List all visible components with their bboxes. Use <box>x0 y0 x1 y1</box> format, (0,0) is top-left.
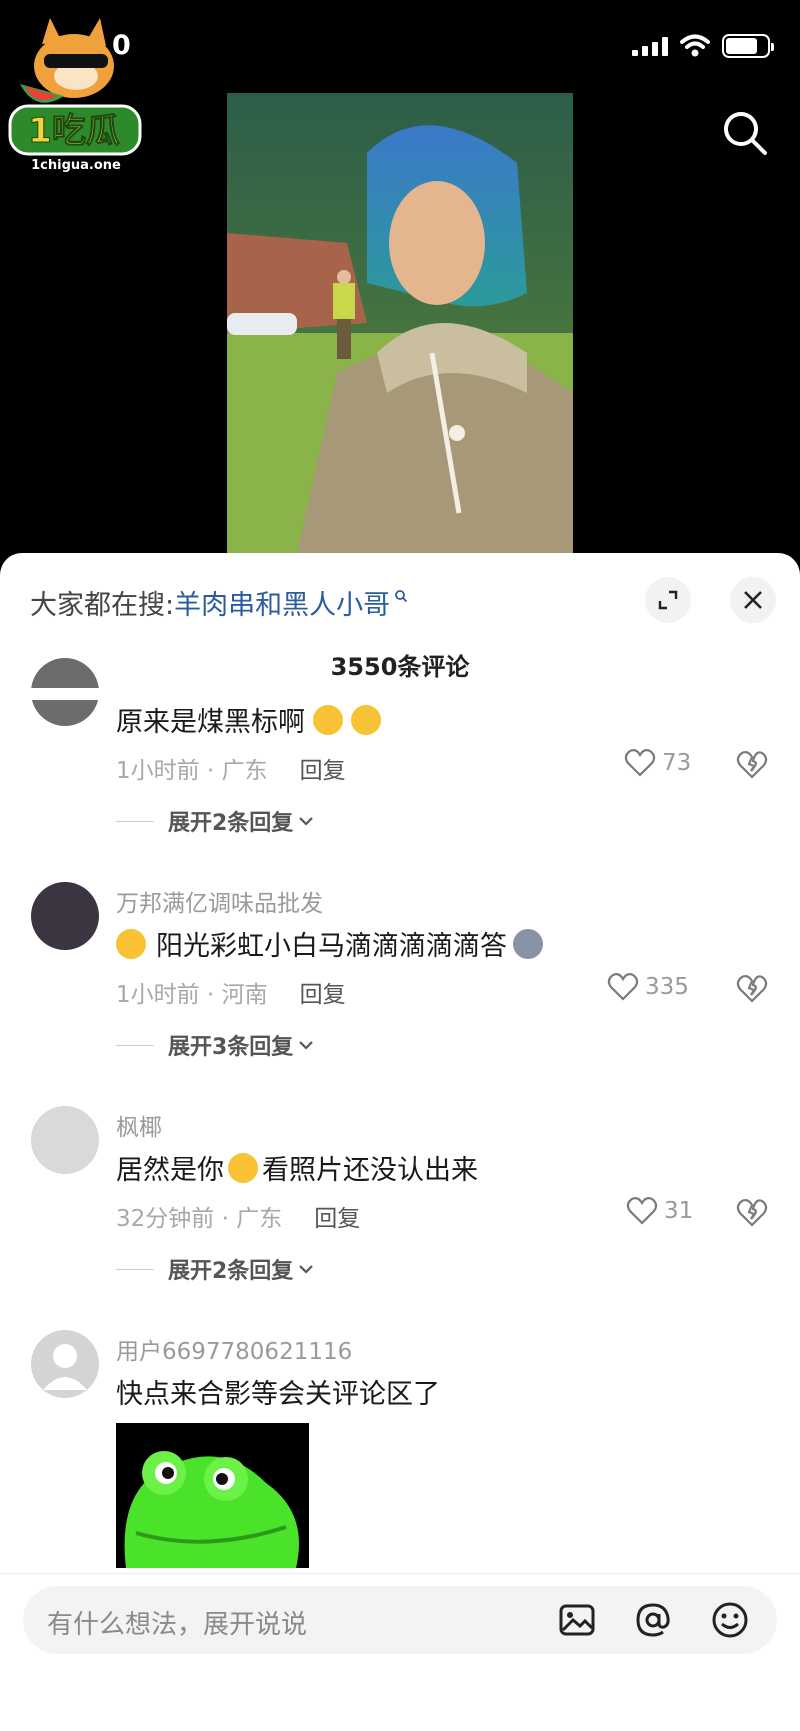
comment-text: 阳光彩虹小白马滴滴滴滴滴答 <box>116 924 547 963</box>
like-button[interactable]: 335 <box>607 972 689 1002</box>
reply-button[interactable]: 回复 <box>300 975 346 1009</box>
smirk-emoji-icon <box>313 704 343 735</box>
comment-text-content: 原来是煤黑标啊 <box>116 707 305 738</box>
comment-text: 原来是煤黑标啊 <box>116 700 385 739</box>
wifi-icon <box>680 34 710 57</box>
heart-icon <box>626 1197 658 1225</box>
reply-button[interactable]: 回复 <box>314 1199 360 1233</box>
emoji-icon[interactable] <box>710 1600 750 1640</box>
expand-replies-button[interactable]: 展开3条回复 <box>116 1029 315 1061</box>
comment-input-bar: 有什么想法，展开说说 <box>0 1573 800 1731</box>
fullscreen-button[interactable] <box>645 577 691 623</box>
broken-heart-icon[interactable] <box>736 973 768 1005</box>
image-icon[interactable] <box>557 1600 597 1640</box>
comment-username[interactable]: 万邦满亿调味品批发 <box>116 884 323 918</box>
video-photo[interactable] <box>227 93 573 553</box>
search-icon[interactable] <box>720 108 770 158</box>
broken-heart-icon[interactable] <box>736 749 768 781</box>
comment-text-content: 看照片还没认出来 <box>262 1155 478 1186</box>
expand-replies-button[interactable]: 展开2条回复 <box>116 805 315 837</box>
like-button[interactable]: 73 <box>624 748 691 778</box>
close-icon <box>744 591 762 609</box>
comment-username[interactable]: 用户6697780621116 <box>116 1332 352 1366</box>
default-avatar-icon <box>43 1344 87 1390</box>
like-count: 31 <box>664 1198 694 1224</box>
chevron-down-icon <box>299 817 314 826</box>
comment-meta: 1小时前 · 河南 回复 <box>116 975 346 1009</box>
frog-sticker-image[interactable] <box>116 1423 309 1568</box>
logo-text: 1吃瓜 <box>28 111 120 151</box>
expand-replies-label: 展开2条回复 <box>168 811 294 836</box>
comment-text-content: 居然是你 <box>116 1155 224 1186</box>
comment-meta: 1小时前 · 广东 回复 <box>116 751 346 785</box>
like-count: 335 <box>645 974 689 1000</box>
expand-replies-label: 展开3条回复 <box>168 1035 294 1060</box>
smirk-emoji-icon <box>351 704 381 735</box>
comment-username[interactable]: 枫椰 <box>116 1108 162 1142</box>
heart-icon <box>607 973 639 1001</box>
comment-text: 居然是你 看照片还没认出来 <box>116 1148 478 1187</box>
heart-icon <box>624 749 656 777</box>
comment-text-content: 阳光彩虹小白马滴滴滴滴滴答 <box>156 931 507 962</box>
status-icons <box>632 34 774 58</box>
signal-icon <box>632 36 668 56</box>
search-small-icon <box>395 589 408 602</box>
hot-search-prefix: 大家都在搜: <box>30 590 175 621</box>
comment-meta: 32分钟前 · 广东 回复 <box>116 1199 360 1233</box>
avatar[interactable] <box>31 882 99 950</box>
comment-time-location: 1小时前 · 河南 <box>116 982 268 1008</box>
close-button[interactable] <box>730 577 776 623</box>
like-button[interactable]: 31 <box>626 1196 693 1226</box>
hot-search[interactable]: 大家都在搜: 羊肉串和黑人小哥 <box>30 583 408 622</box>
avatar[interactable] <box>31 1106 99 1174</box>
brand-logo: 1吃瓜 1chigua.one <box>6 14 144 174</box>
reply-button[interactable]: 回复 <box>300 751 346 785</box>
comment-time-location: 32分钟前 · 广东 <box>116 1206 283 1232</box>
broken-heart-icon[interactable] <box>736 1197 768 1229</box>
comment-text-content: 快点来合影等会关评论区了 <box>116 1379 440 1410</box>
like-count: 73 <box>662 750 692 776</box>
comment-text: 快点来合影等会关评论区了 <box>116 1372 440 1411</box>
expand-icon <box>658 590 678 610</box>
comment-time-location: 1小时前 · 广东 <box>116 758 268 784</box>
logo-domain: 1chigua.one <box>31 158 121 173</box>
avatar[interactable] <box>31 1330 99 1398</box>
comment-input-placeholder: 有什么想法，展开说说 <box>47 1610 308 1640</box>
battery-icon <box>722 34 774 58</box>
expand-replies-label: 展开2条回复 <box>168 1259 294 1284</box>
chevron-down-icon <box>299 1041 314 1050</box>
husky-emoji-icon <box>513 928 543 959</box>
expand-replies-button[interactable]: 展开2条回复 <box>116 1253 315 1285</box>
laugh-cry-emoji-icon <box>116 928 146 959</box>
chevron-down-icon <box>299 1265 314 1274</box>
comment-count: 3550条评论 <box>330 653 470 681</box>
comment-input[interactable]: 有什么想法，展开说说 <box>23 1586 777 1654</box>
laugh-cry-emoji-icon <box>228 1152 258 1183</box>
hot-search-keyword[interactable]: 羊肉串和黑人小哥 <box>174 583 390 622</box>
mention-icon[interactable] <box>633 1600 673 1640</box>
